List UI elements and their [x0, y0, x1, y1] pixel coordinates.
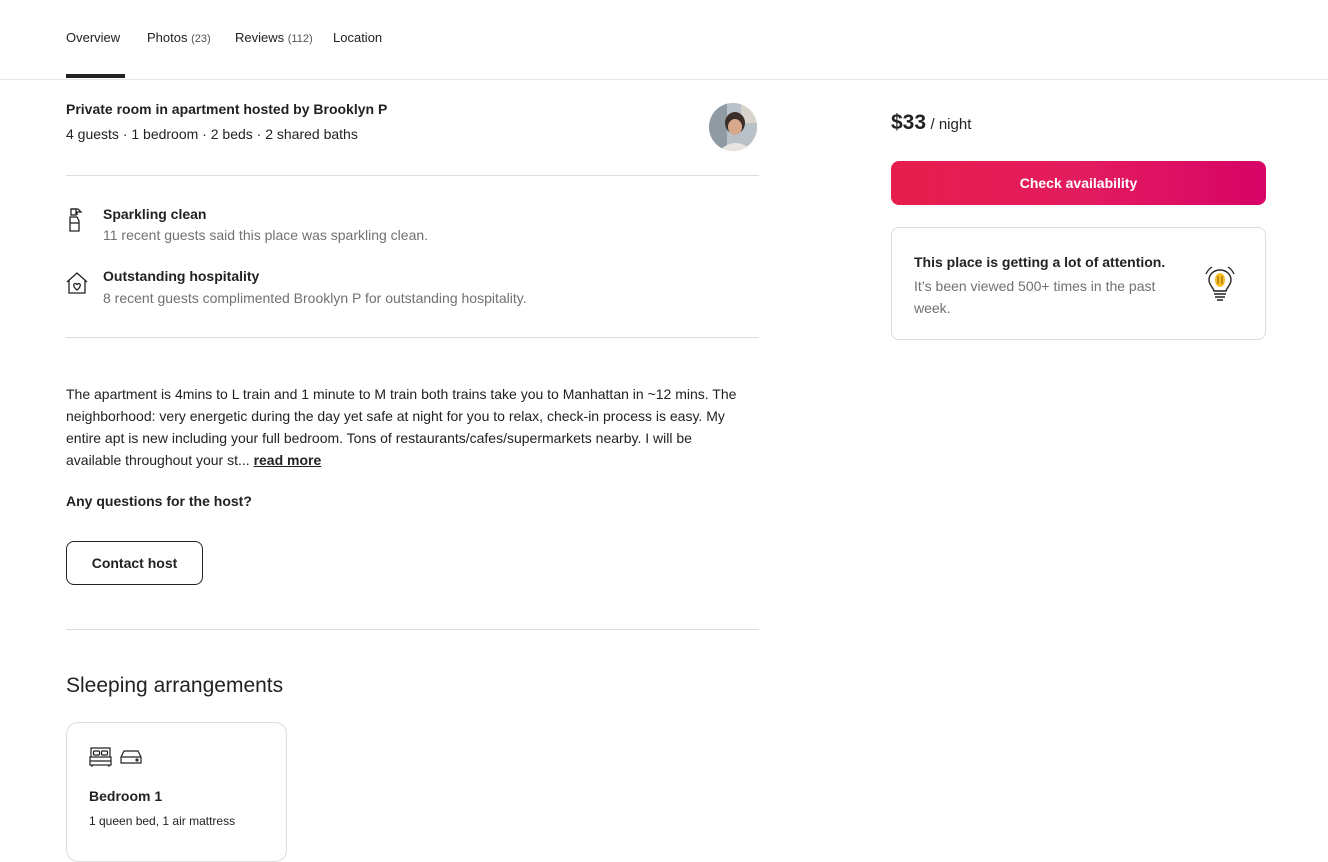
highlight-title: Sparkling clean — [103, 206, 207, 222]
lightbulb-icon — [1202, 264, 1238, 306]
tab-location[interactable]: Location — [333, 30, 382, 45]
bedroom-card: Bedroom 1 1 queen bed, 1 air mattress — [66, 722, 287, 862]
queen-bed-icon — [89, 746, 112, 773]
divider — [66, 629, 759, 630]
highlight-subtitle: 11 recent guests said this place was spa… — [103, 227, 429, 243]
sleeping-arrangements-title: Sleeping arrangements — [66, 674, 284, 697]
tab-reviews[interactable]: Reviews (112) — [235, 30, 313, 45]
host-avatar[interactable] — [709, 103, 757, 151]
contact-host-button[interactable]: Contact host — [66, 541, 203, 585]
bedroom-name: Bedroom 1 — [89, 788, 163, 804]
bedroom-beds: 1 queen bed, 1 air mattress — [89, 814, 236, 828]
attention-subtitle: It’s been viewed 500+ times in the past … — [914, 278, 1156, 316]
listing-description: The apartment is 4mins to L train and 1 … — [66, 383, 746, 471]
tab-label: Photos — [147, 30, 188, 45]
price-unit: / night — [930, 116, 972, 133]
check-availability-button[interactable]: Check availability — [891, 161, 1266, 205]
tab-label: Reviews — [235, 30, 285, 45]
avatar-image — [709, 103, 757, 151]
attention-title: This place is getting a lot of attention… — [914, 254, 1166, 270]
description-text: The apartment is 4mins to L train and 1 … — [66, 386, 737, 468]
tab-overview[interactable]: Overview — [66, 30, 120, 45]
tab-count: (23) — [191, 33, 211, 45]
host-questions-label: Any questions for the host? — [66, 493, 252, 509]
highlight-title: Outstanding hospitality — [103, 268, 260, 284]
listing-details: 4 guests · 1 bedroom · 2 beds · 2 shared… — [66, 126, 358, 142]
listing-title: Private room in apartment hosted by Broo… — [66, 101, 388, 117]
tab-label: Overview — [66, 30, 121, 45]
tab-photos[interactable]: Photos (23) — [147, 30, 211, 45]
section-nav: Overview Photos (23) Reviews (112) Locat… — [0, 0, 1328, 80]
price-amount: $33 — [891, 111, 927, 134]
tab-count: (112) — [287, 33, 313, 45]
divider — [66, 175, 759, 176]
attention-card: This place is getting a lot of attention… — [891, 227, 1266, 340]
read-more-link[interactable]: read more — [254, 452, 322, 468]
spray-bottle-icon — [65, 207, 87, 233]
house-heart-icon — [65, 270, 88, 296]
divider — [66, 337, 759, 338]
highlight-subtitle: 8 recent guests complimented Brooklyn P … — [103, 290, 527, 306]
air-mattress-icon — [119, 746, 143, 773]
active-tab-indicator — [66, 74, 125, 78]
tab-label: Location — [333, 30, 383, 45]
nightly-price: $33 / night — [891, 111, 971, 135]
